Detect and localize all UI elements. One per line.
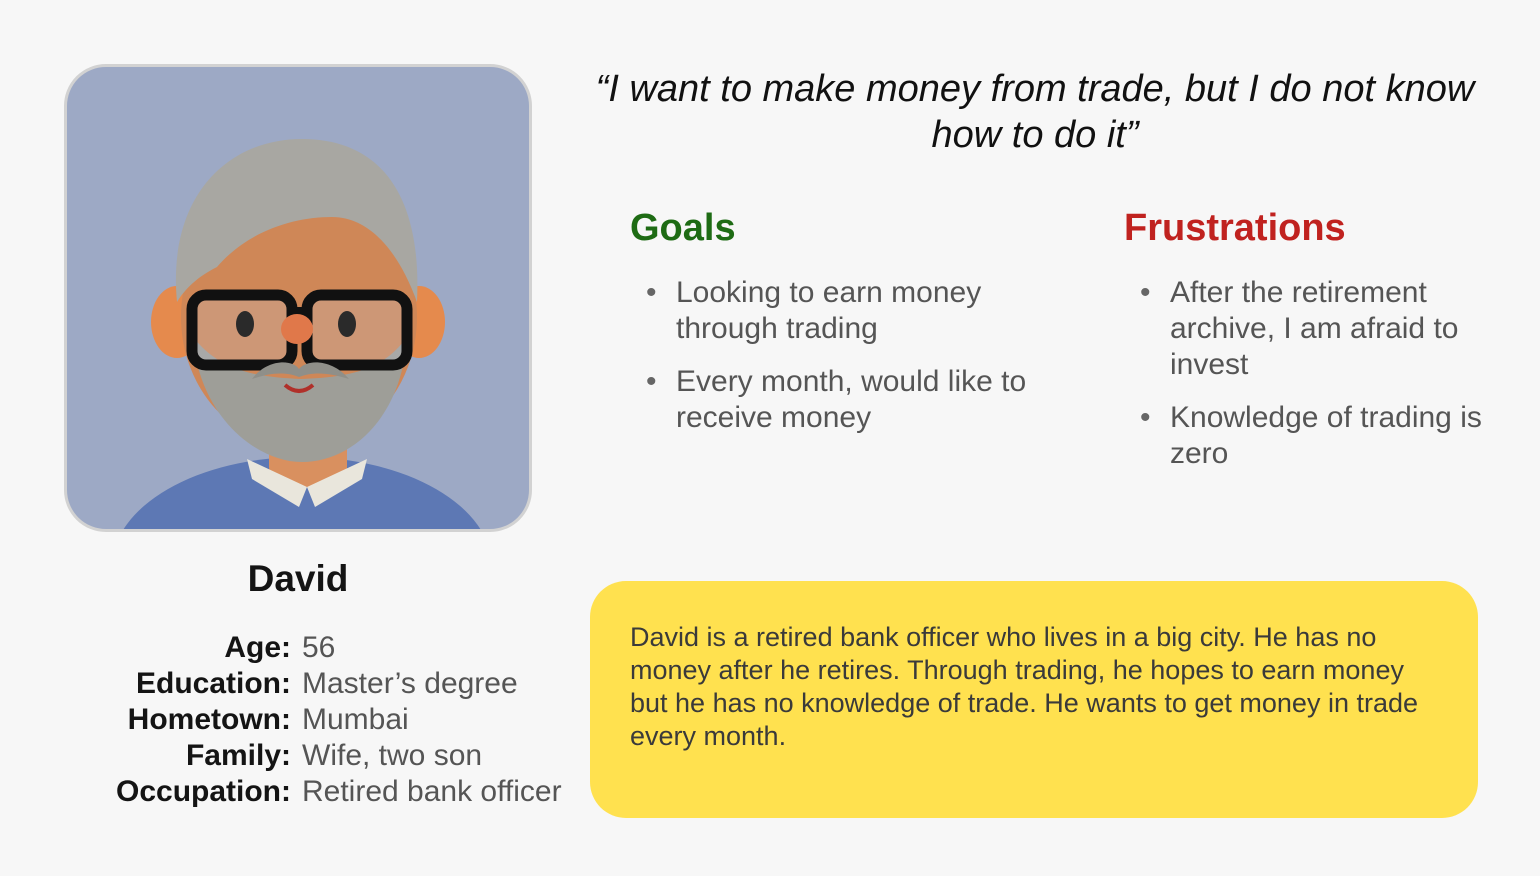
detail-row-family: Family: Wife, two son [40, 738, 600, 774]
persona-details: Age: 56 Education: Master’s degree Homet… [40, 630, 600, 810]
detail-label: Family: [185, 739, 291, 772]
detail-row-education: Education: Master’s degree [40, 666, 600, 702]
goal-item: Looking to earn money through trading [630, 275, 1050, 347]
goals-list: Looking to earn money through trading Ev… [630, 275, 1050, 453]
detail-value: 56 [302, 631, 336, 664]
detail-row-occupation: Occupation: Retired bank officer [40, 774, 600, 810]
detail-label: Age: [224, 631, 291, 664]
frustrations-list: After the retirement archive, I am afrai… [1124, 275, 1504, 489]
avatar [64, 64, 532, 532]
detail-label: Occupation: [115, 775, 291, 808]
persona-avatar-illustration [123, 139, 481, 529]
detail-row-hometown: Hometown: Mumbai [40, 702, 600, 738]
persona-quote: “I want to make money from trade, but I … [595, 68, 1475, 156]
detail-label: Education: [136, 667, 291, 700]
bio-box: David is a retired bank officer who live… [590, 581, 1478, 818]
detail-row-age: Age: 56 [40, 630, 600, 666]
detail-label: Hometown: [127, 703, 291, 736]
goals-heading: Goals [630, 207, 736, 249]
frustrations-heading: Frustrations [1124, 207, 1346, 249]
detail-value: Wife, two son [302, 739, 483, 772]
detail-value: Mumbai [302, 703, 409, 736]
frustration-item: Knowledge of trading is zero [1124, 400, 1504, 472]
detail-value: Master’s degree [302, 667, 518, 700]
detail-value: Retired bank officer [302, 775, 562, 808]
persona-name: David [247, 558, 349, 599]
frustration-item: After the retirement archive, I am afrai… [1124, 275, 1504, 383]
goal-item: Every month, would like to receive money [630, 364, 1050, 436]
bio-text: David is a retired bank officer who live… [630, 622, 1418, 751]
